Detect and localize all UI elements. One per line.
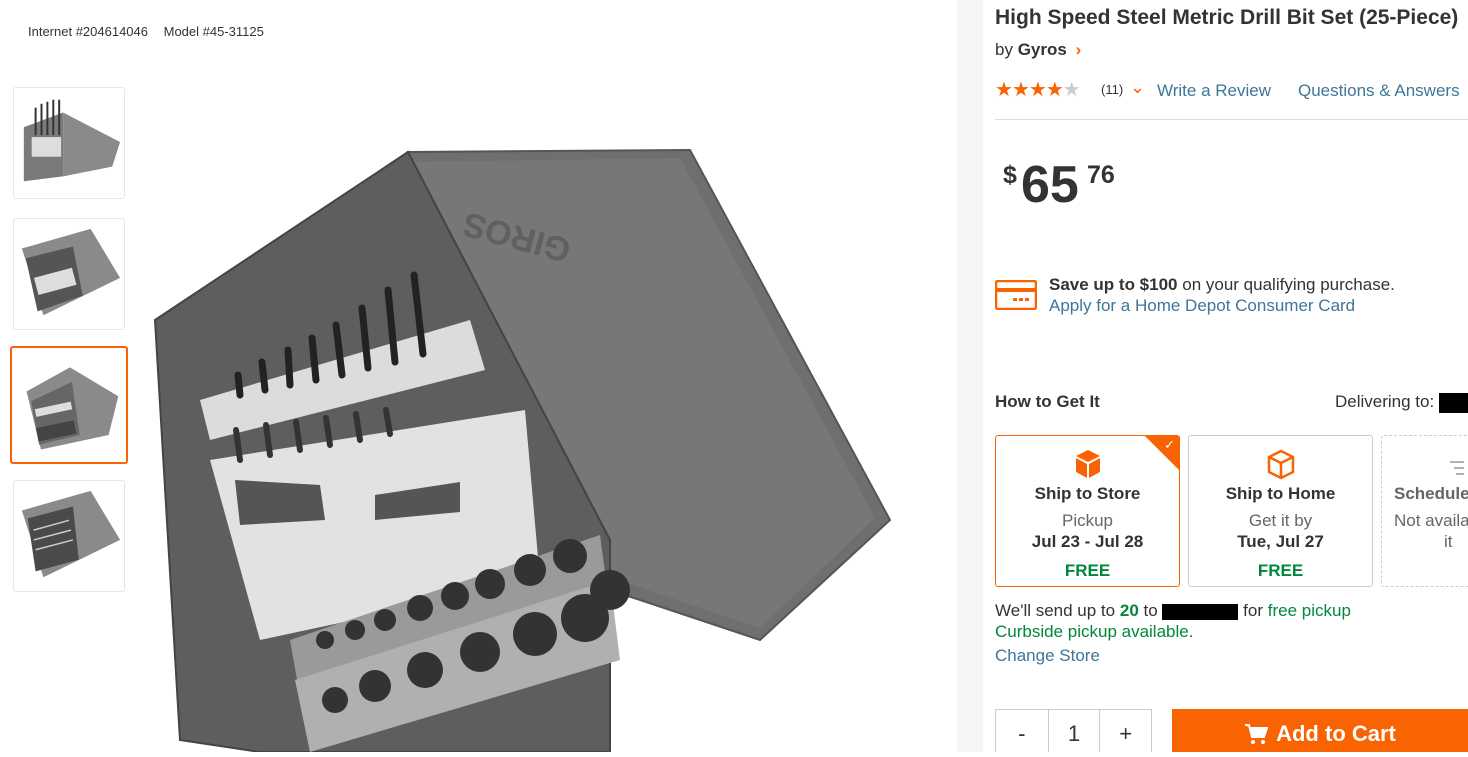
increment-button[interactable]: + xyxy=(1099,710,1151,752)
questions-answers-link[interactable]: Questions & Answers xyxy=(1298,81,1460,101)
add-to-cart-label: Add to Cart xyxy=(1276,721,1396,746)
thumbnail-4[interactable] xyxy=(13,480,125,592)
option-price: FREE xyxy=(1064,561,1111,580)
product-title: High Speed Steel Metric Drill Bit Set (2… xyxy=(995,6,1459,29)
store-box-icon xyxy=(1076,450,1100,478)
review-count[interactable]: (11) xyxy=(1101,82,1123,97)
add-to-cart-button[interactable]: Add to Cart xyxy=(1172,709,1468,752)
star-rating[interactable]: ★★★★★ xyxy=(995,79,1081,101)
option-line1: Pickup xyxy=(1061,511,1114,530)
divider xyxy=(995,119,1468,120)
option-line1: Get it by xyxy=(1248,511,1313,530)
schedule-option[interactable]: Schedule Not availa it xyxy=(1381,435,1468,587)
option-line2: Jul 23 - Jul 28 xyxy=(1031,532,1144,551)
internet-number: Internet #204614046 xyxy=(28,24,148,39)
redacted-store xyxy=(1162,603,1239,620)
free-pickup: free pickup xyxy=(1267,601,1351,620)
apply-card-link[interactable]: Apply for a Home Depot Consumer Card xyxy=(1049,296,1355,316)
brand-line: by Gyros › xyxy=(995,40,1081,60)
option-line1: Not availa xyxy=(1394,511,1468,530)
brand-prefix: by xyxy=(995,40,1013,59)
chevron-down-icon[interactable]: ⌄ xyxy=(1130,77,1145,98)
curbside-text: Curbside pickup available. xyxy=(995,622,1194,641)
option-price: FREE xyxy=(1257,561,1304,580)
promo-text: Save up to $100 on your qualifying purch… xyxy=(1049,275,1395,295)
home-box-icon xyxy=(1267,449,1295,480)
chevron-right-icon[interactable]: › xyxy=(1076,40,1082,59)
pane-divider xyxy=(957,0,983,752)
calendar-icon xyxy=(1450,461,1464,475)
star-icon: ★ xyxy=(1062,79,1081,101)
price-dollars: 65 xyxy=(1021,156,1079,214)
star-icon: ★ xyxy=(995,79,1013,101)
thumbnail-1[interactable] xyxy=(13,87,125,199)
change-store-link[interactable]: Change Store xyxy=(995,646,1100,666)
star-icon: ★ xyxy=(1011,79,1030,101)
option-name: Schedule xyxy=(1394,484,1468,503)
redacted-zip xyxy=(1438,392,1468,413)
send-count: 20 xyxy=(1119,601,1139,620)
credit-card-icon xyxy=(995,280,1037,310)
write-review-link[interactable]: Write a Review xyxy=(1157,81,1271,101)
star-icon: ★ xyxy=(1028,79,1047,101)
pickup-info: We'll send up to 20 to for free pickup xyxy=(995,601,1351,621)
ship-to-home-option[interactable]: Ship to Home Get it by Tue, Jul 27 FREE xyxy=(1188,435,1373,587)
quantity-stepper: - 1 + xyxy=(995,709,1152,752)
quantity-input[interactable]: 1 xyxy=(1047,710,1100,752)
price-currency: $ xyxy=(1003,161,1017,189)
model-number: Model #45-31125 xyxy=(163,24,264,39)
delivering-to-label: Delivering to: xyxy=(1335,392,1435,411)
send-prefix: We'll send up to xyxy=(995,601,1116,620)
how-to-get-it-heading: How to Get It xyxy=(995,392,1100,411)
send-for: for xyxy=(1243,601,1264,620)
decrement-button[interactable]: - xyxy=(996,710,1048,752)
send-to: to xyxy=(1143,601,1158,620)
promo-bold: Save up to $100 xyxy=(1049,275,1178,294)
ship-to-store-option[interactable]: ✓ Ship to Store Pickup Jul 23 - Jul 28 F… xyxy=(995,435,1180,587)
cart-icon xyxy=(1245,724,1269,744)
product-main-image[interactable]: GIROS xyxy=(140,140,930,753)
brand-link[interactable]: Gyros xyxy=(1018,40,1067,59)
ratings-row: ★★★★★ (11) ⌄ Write a Review Questions & … xyxy=(995,77,1468,101)
option-line2: it xyxy=(1444,532,1453,551)
star-icon: ★ xyxy=(1045,79,1064,101)
promo-rest: on your qualifying purchase. xyxy=(1182,275,1395,294)
thumbnail-3[interactable] xyxy=(10,346,128,464)
price-cents: 76 xyxy=(1087,161,1115,189)
option-name: Ship to Store xyxy=(1034,484,1141,503)
product-info-panel: High Speed Steel Metric Drill Bit Set (2… xyxy=(995,0,1468,752)
product-identifiers: Internet #204614046 Model #45-31125 xyxy=(28,24,264,39)
delivering-to[interactable]: Delivering to: xyxy=(1335,392,1468,413)
option-line2: Tue, Jul 27 xyxy=(1237,532,1324,551)
thumbnail-2[interactable] xyxy=(13,218,125,330)
option-name: Ship to Home xyxy=(1225,484,1336,503)
